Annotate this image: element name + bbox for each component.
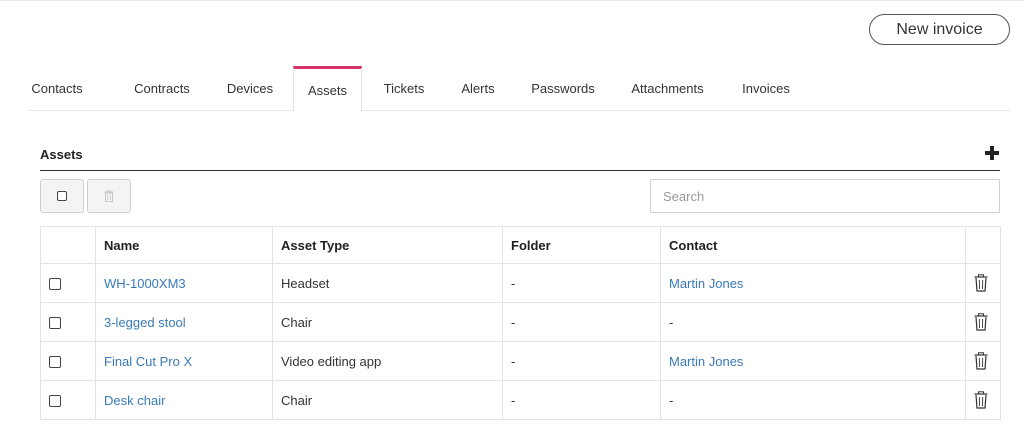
asset-name-link[interactable]: 3-legged stool (104, 315, 186, 330)
plus-icon[interactable] (984, 145, 1000, 161)
row-actions-cell (965, 263, 1001, 303)
column-header-name[interactable]: Name (95, 226, 273, 264)
tab-contracts[interactable]: Contracts (121, 66, 203, 110)
row-name-cell: 3-legged stool (95, 302, 273, 342)
table-row: Desk chair Chair - - (40, 380, 1001, 420)
row-folder: - (502, 341, 661, 381)
row-name-cell: Desk chair (95, 380, 273, 420)
tab-invoices[interactable]: Invoices (730, 66, 802, 110)
row-checkbox-cell (40, 341, 96, 381)
row-checkbox[interactable] (49, 356, 61, 369)
trash-icon (104, 190, 114, 202)
row-type: Chair (272, 380, 503, 420)
header-checkbox-cell (40, 226, 96, 264)
table-row: 3-legged stool Chair - - (40, 302, 1001, 342)
tab-attachments[interactable]: Attachments (620, 66, 715, 110)
trash-icon[interactable] (974, 391, 988, 409)
row-contact-cell: Martin Jones (660, 341, 966, 381)
tab-assets[interactable]: Assets (293, 66, 362, 111)
row-actions-cell (965, 302, 1001, 342)
search-input[interactable] (650, 179, 1000, 213)
new-invoice-button[interactable]: New invoice (869, 14, 1010, 45)
asset-name-link[interactable]: Final Cut Pro X (104, 354, 192, 369)
trash-icon[interactable] (974, 274, 988, 292)
checkbox-icon (57, 191, 67, 201)
tab-tickets[interactable]: Tickets (372, 66, 436, 110)
tab-contacts[interactable]: Contacts (28, 66, 86, 110)
table-row: WH-1000XM3 Headset - Martin Jones (40, 263, 1001, 303)
table-row: Final Cut Pro X Video editing app - Mart… (40, 341, 1001, 381)
trash-icon[interactable] (974, 352, 988, 370)
assets-table: Name Asset Type Folder Contact WH-1000XM… (40, 226, 1001, 420)
row-checkbox[interactable] (49, 317, 61, 330)
bulk-delete-button[interactable] (87, 179, 131, 213)
select-all-button[interactable] (40, 179, 84, 213)
contact-link[interactable]: Martin Jones (669, 276, 743, 291)
top-divider (0, 0, 1024, 1)
row-folder: - (502, 302, 661, 342)
section-title: Assets (40, 147, 83, 162)
asset-name-link[interactable]: Desk chair (104, 393, 165, 408)
row-contact: - (660, 380, 966, 420)
row-type: Headset (272, 263, 503, 303)
row-checkbox[interactable] (49, 395, 61, 408)
row-checkbox[interactable] (49, 278, 61, 291)
row-name-cell: WH-1000XM3 (95, 263, 273, 303)
row-folder: - (502, 380, 661, 420)
table-header-row: Name Asset Type Folder Contact (40, 226, 1001, 264)
asset-name-link[interactable]: WH-1000XM3 (104, 276, 186, 291)
column-header-contact[interactable]: Contact (660, 226, 966, 264)
row-contact: - (660, 302, 966, 342)
row-name-cell: Final Cut Pro X (95, 341, 273, 381)
row-checkbox-cell (40, 263, 96, 303)
contact-link[interactable]: Martin Jones (669, 354, 743, 369)
row-contact-cell: Martin Jones (660, 263, 966, 303)
tab-bar: Contacts Contracts Devices Assets Ticket… (28, 66, 1010, 111)
tab-passwords[interactable]: Passwords (521, 66, 605, 110)
tab-alerts[interactable]: Alerts (450, 66, 506, 110)
section-divider (40, 170, 1000, 171)
header-actions-cell (965, 226, 1001, 264)
row-checkbox-cell (40, 302, 96, 342)
row-actions-cell (965, 380, 1001, 420)
row-type: Chair (272, 302, 503, 342)
row-folder: - (502, 263, 661, 303)
tab-devices[interactable]: Devices (218, 66, 282, 110)
trash-icon[interactable] (974, 313, 988, 331)
column-header-asset-type[interactable]: Asset Type (272, 226, 503, 264)
column-header-folder[interactable]: Folder (502, 226, 661, 264)
row-checkbox-cell (40, 380, 96, 420)
row-actions-cell (965, 341, 1001, 381)
row-type: Video editing app (272, 341, 503, 381)
